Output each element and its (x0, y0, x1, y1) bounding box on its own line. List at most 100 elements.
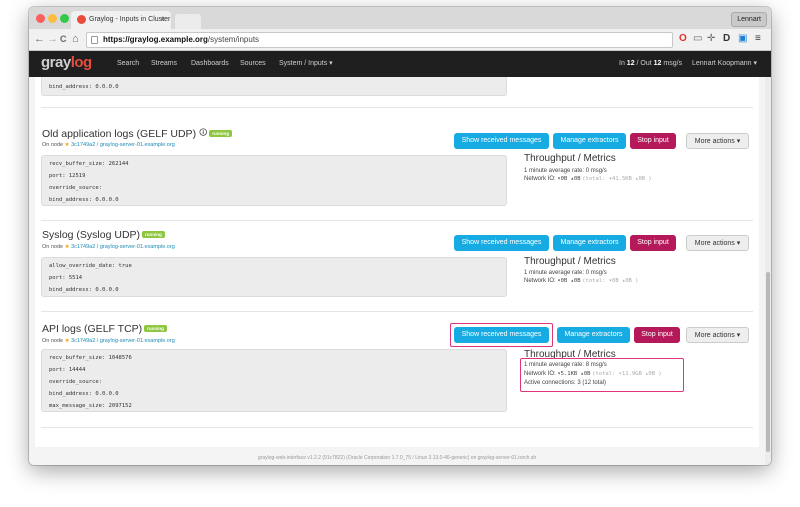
more-actions-button[interactable]: More actions ▾ (686, 133, 749, 149)
page-footer: graylog-web-interface v1.2.2 (91c7822) (… (257, 455, 537, 461)
inputs-content: bind_address: 0.0.0.0 Old application lo… (29, 77, 765, 465)
rate-text: 1 minute average rate: 0 msg/s (524, 168, 607, 174)
more-actions-button[interactable]: More actions ▾ (686, 327, 749, 343)
screenshot-icon[interactable]: ▣ (738, 33, 747, 45)
config-line: port: 12519 (49, 173, 86, 179)
node-link[interactable]: 3c1749a2 / graylog-server-01.example.org (71, 244, 175, 250)
network-io-label: Network IO: (524, 278, 558, 284)
opera-icon[interactable]: O (679, 33, 687, 45)
nav-sources[interactable]: Sources (240, 51, 266, 77)
new-tab-button[interactable] (175, 14, 201, 29)
stop-input-button[interactable]: Stop input (630, 133, 676, 149)
network-io-value: ▾5.1KB ▴0B (557, 371, 591, 377)
network-io-text: Network IO: ▾0B ▴0B (total: ▾0B ▴0B ) (524, 278, 639, 284)
divider (41, 107, 753, 108)
input-name: Syslog (Syslog UDP) (42, 229, 141, 241)
nav-dashboards[interactable]: Dashboards (191, 51, 229, 77)
cast-icon[interactable]: ▭ (693, 33, 702, 45)
close-tab-icon[interactable]: × (160, 11, 165, 29)
status-badge: running (142, 230, 165, 238)
url-text: https://graylog.example.org/system/input… (103, 33, 259, 47)
browser-tab[interactable]: Graylog - Inputs in Cluster × (71, 11, 171, 29)
graylog-logo[interactable]: graylog (41, 54, 92, 71)
graylog-navbar: graylog Search Streams Dashboards Source… (29, 51, 771, 77)
reload-icon[interactable]: C (60, 32, 67, 46)
home-icon[interactable]: ⌂ (72, 32, 79, 46)
node-line: On node ★ 3c1749a2 / graylog-server-01.e… (42, 142, 175, 148)
rate-text: 1 minute average rate: 8 msg/s (524, 362, 607, 368)
maximize-window-dot[interactable] (60, 14, 69, 23)
show-received-messages-button[interactable]: Show received messages (454, 327, 549, 343)
minimize-window-dot[interactable] (48, 14, 57, 23)
stop-input-button[interactable]: Stop input (634, 327, 680, 343)
info-icon[interactable]: 🛈 (199, 127, 207, 141)
network-io-total: (total: ▾0B ▴0B ) (582, 278, 639, 284)
star-icon: ★ (64, 244, 70, 250)
node-line: On node ★ 3c1749a2 / graylog-server-01.e… (42, 244, 175, 250)
metrics-title: Throughput / Metrics (524, 256, 616, 267)
more-actions-button[interactable]: More actions ▾ (686, 235, 749, 251)
inputs-panel: bind_address: 0.0.0.0 Old application lo… (35, 77, 759, 447)
url-path: /system/inputs (207, 35, 260, 44)
extension-icon[interactable]: D (723, 33, 730, 45)
network-io-total: (total: ▾11.9GB ▴0B ) (592, 371, 662, 377)
throughput-in: 12 (626, 60, 635, 67)
divider (41, 220, 753, 221)
star-icon: ★ (64, 338, 70, 344)
scrollbar-thumb[interactable] (766, 272, 770, 452)
active-connections-text: Active connections: 3 (12 total) (524, 380, 607, 386)
status-badge: running (209, 129, 232, 137)
crosshair-icon[interactable]: ✛ (707, 33, 715, 45)
config-line: port: 5514 (49, 275, 83, 281)
config-line: allow_override_date: true (49, 263, 132, 269)
config-box: bind_address: 0.0.0.0 (41, 77, 507, 96)
browser-toolbar: ← → C ⌂ https://graylog.example.org/syst… (29, 29, 771, 51)
stop-input-button[interactable]: Stop input (630, 235, 676, 251)
close-window-dot[interactable] (36, 14, 45, 23)
menu-icon[interactable]: ≡ (755, 33, 761, 45)
input-name: Old application logs (GELF UDP) (42, 127, 197, 140)
node-link[interactable]: 3c1749a2 / graylog-server-01.example.org (71, 338, 175, 344)
network-io-value: ▾0B ▴0B (557, 278, 581, 284)
network-io-label: Network IO: (524, 371, 558, 377)
graylog-favicon-icon (77, 15, 86, 24)
metrics-title: Throughput / Metrics (524, 153, 616, 164)
back-icon[interactable]: ← (34, 32, 45, 46)
profile-button[interactable]: Lennart (731, 12, 767, 27)
config-line: bind_address: 0.0.0.0 (49, 197, 119, 203)
status-badge: running (144, 324, 167, 332)
throughput-prefix: In (619, 60, 627, 67)
tab-title: Graylog - Inputs in Cluster (89, 16, 171, 23)
nav-streams[interactable]: Streams (151, 51, 177, 77)
throughput-indicator: In 12 / Out 12 msg/s (619, 51, 682, 77)
show-received-messages-button[interactable]: Show received messages (454, 235, 549, 251)
manage-extractors-button[interactable]: Manage extractors (553, 235, 626, 251)
node-link[interactable]: 3c1749a2 / graylog-server-01.example.org (71, 142, 175, 148)
nav-search[interactable]: Search (117, 51, 139, 77)
config-line: bind_address: 0.0.0.0 (49, 391, 119, 397)
node-prefix: On node (42, 244, 65, 250)
manage-extractors-button[interactable]: Manage extractors (553, 133, 626, 149)
nav-system-inputs[interactable]: System / Inputs ▾ (279, 51, 333, 77)
show-received-messages-button[interactable]: Show received messages (454, 133, 549, 149)
browser-window: Graylog - Inputs in Cluster × Lennart ← … (29, 7, 771, 465)
forward-icon[interactable]: → (47, 32, 58, 46)
input-title: Old application logs (GELF UDP) 🛈 running (42, 127, 232, 141)
network-io-label: Network IO: (524, 176, 558, 182)
divider (41, 311, 753, 312)
config-line: bind_address: 0.0.0.0 (49, 84, 119, 90)
input-name: API logs (GELF TCP) (42, 323, 143, 335)
address-bar[interactable]: https://graylog.example.org/system/input… (86, 32, 673, 48)
network-io-text: Network IO: ▾0B ▴0B (total: ▾41.5KB ▴0B … (524, 176, 652, 182)
input-title: API logs (GELF TCP) running (42, 323, 167, 335)
scrollbar[interactable] (765, 77, 771, 465)
config-line: recv_buffer_size: 1048576 (49, 355, 132, 361)
manage-extractors-button[interactable]: Manage extractors (557, 327, 630, 343)
config-line: max_message_size: 2097152 (49, 403, 132, 409)
divider (41, 427, 753, 428)
user-menu[interactable]: Lennart Koopmann ▾ (692, 51, 757, 77)
logo-gray: gray (41, 54, 71, 71)
throughput-suffix: msg/s (661, 60, 683, 67)
input-title: Syslog (Syslog UDP) running (42, 229, 165, 241)
network-io-value: ▾0B ▴0B (557, 176, 581, 182)
